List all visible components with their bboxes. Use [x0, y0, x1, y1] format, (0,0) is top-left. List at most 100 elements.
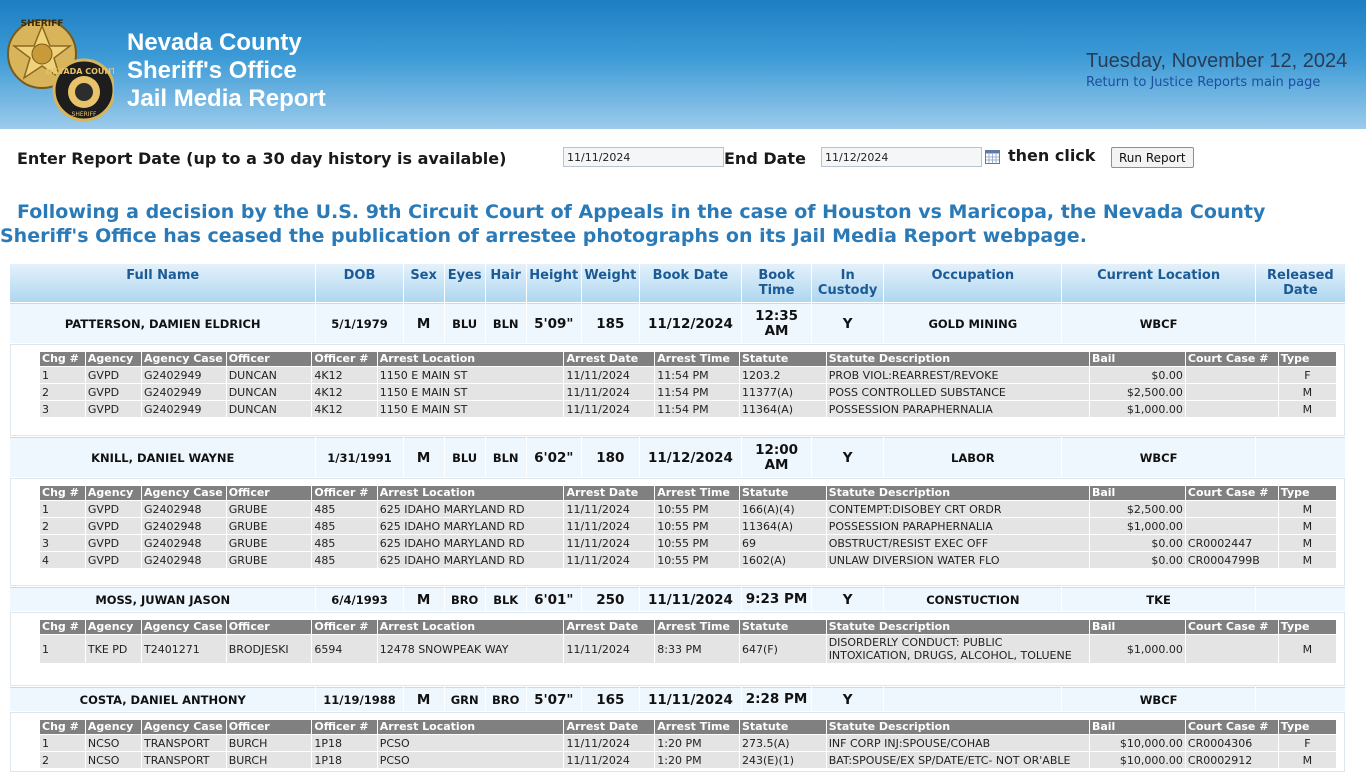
charge-officer-num: 1P18: [312, 735, 377, 751]
charge-col-court-case: Court Case #: [1185, 720, 1278, 734]
charge-col-chg: Chg #: [40, 486, 85, 500]
charge-col-statute: Statute: [739, 720, 826, 734]
run-report-button[interactable]: Run Report: [1111, 147, 1194, 168]
charge-date: 11/11/2024: [564, 535, 655, 551]
inmate-sex: M: [403, 437, 444, 477]
charge-date: 11/11/2024: [564, 401, 655, 417]
inmate-book-date: 11/11/2024: [639, 587, 742, 611]
charge-statute: 243(E)(1): [739, 752, 826, 768]
report-title: Jail Media Report: [127, 85, 326, 112]
start-date-input[interactable]: [563, 147, 724, 167]
date-selection-row: Enter Report Date (up to a 30 day histor…: [0, 146, 1366, 170]
charge-time: 10:55 PM: [655, 535, 739, 551]
charge-col-bail: Bail: [1089, 486, 1185, 500]
jail-report-table: Full Name DOB Sex Eyes Hair Height Weigh…: [9, 263, 1346, 773]
inmate-book-time: 12:00 AM: [742, 437, 812, 477]
charge-desc: PROB VIOL:REARREST/REVOKE: [826, 367, 1089, 383]
charge-officer-num: 485: [312, 501, 377, 517]
charge-col-type: Type: [1278, 720, 1336, 734]
inmate-sex: M: [403, 587, 444, 611]
charges-table: Chg # Agency Agency Case Officer Officer # Ar…: [39, 719, 1337, 769]
charge-time: 1:20 PM: [655, 735, 739, 751]
charge-time: 10:55 PM: [655, 518, 739, 534]
calendar-icon[interactable]: [985, 150, 1000, 164]
col-height: Height: [526, 264, 581, 302]
charge-officer: DUNCAN: [226, 384, 312, 400]
charge-col-desc: Statute Description: [826, 720, 1089, 734]
charge-col-officer: Officer: [226, 486, 312, 500]
charge-agency: GVPD: [85, 401, 142, 417]
charge-officer: DUNCAN: [226, 401, 312, 417]
charge-bail: $1,000.00: [1089, 401, 1185, 417]
inmate-current-location: TKE: [1062, 587, 1255, 611]
charge-col-desc: Statute Description: [826, 352, 1089, 366]
col-book-time: Book Time: [742, 264, 812, 302]
charge-col-location: Arrest Location: [377, 620, 564, 634]
charge-row: 2 NCSO TRANSPORT BURCH 1P18 PCSO 11/11/2024 1:2…: [40, 752, 1336, 768]
col-full-name: Full Name: [10, 264, 316, 302]
charges-table: Chg # Agency Agency Case Officer Officer # Ar…: [39, 485, 1337, 569]
charge-agency-case: G2402948: [142, 501, 226, 517]
charge-agency-case: TRANSPORT: [142, 752, 226, 768]
charge-officer: GRUBE: [226, 518, 312, 534]
inmate-book-time: 9:23 PM: [742, 587, 812, 611]
charge-col-date: Arrest Date: [564, 486, 655, 500]
charge-col-location: Arrest Location: [377, 720, 564, 734]
charge-col-chg: Chg #: [40, 352, 85, 366]
col-weight: Weight: [581, 264, 639, 302]
return-main-link[interactable]: Return to Justice Reports main page: [1086, 75, 1347, 90]
charge-desc: CONTEMPT:DISOBEY CRT ORDR: [826, 501, 1089, 517]
charge-row: 3 GVPD G2402949 DUNCAN 4K12 1150 E MAIN ST 11/…: [40, 401, 1336, 417]
charge-col-agency: Agency: [85, 486, 142, 500]
inmate-full-name: COSTA, DANIEL ANTHONY: [10, 687, 316, 711]
charge-location: 1150 E MAIN ST: [377, 401, 564, 417]
inmate-row: PATTERSON, DAMIEN ELDRICH 5/1/1979 M BLU BLN…: [10, 303, 1345, 343]
charge-location: PCSO: [377, 752, 564, 768]
charge-col-date: Arrest Date: [564, 352, 655, 366]
sheriff-badge-logo: SHERIFF NEVADA COUNTY SHERIFF: [7, 19, 114, 122]
svg-text:SHERIFF: SHERIFF: [21, 19, 64, 29]
col-sex: Sex: [403, 264, 444, 302]
col-released-date: Released Date: [1255, 264, 1345, 302]
charges-header-row: Chg # Agency Agency Case Officer Officer # Ar…: [40, 486, 1336, 500]
charge-agency-case: G2402949: [142, 401, 226, 417]
charge-col-time: Arrest Time: [655, 352, 739, 366]
charge-chg: 1: [40, 367, 85, 383]
org-name: Nevada County: [127, 29, 302, 56]
charge-col-officer: Officer: [226, 720, 312, 734]
charge-agency: GVPD: [85, 367, 142, 383]
charge-time: 11:54 PM: [655, 367, 739, 383]
charge-officer: BRODJESKI: [226, 635, 312, 663]
inmate-full-name: MOSS, JUWAN JASON: [10, 587, 316, 611]
inmate-in-custody: Y: [812, 587, 884, 611]
charge-bail: $2,500.00: [1089, 501, 1185, 517]
charge-type: F: [1278, 367, 1336, 383]
charge-court-case: [1185, 635, 1278, 663]
col-occupation: Occupation: [884, 264, 1062, 302]
charge-chg: 2: [40, 752, 85, 768]
charge-statute: 273.5(A): [739, 735, 826, 751]
charge-officer-num: 485: [312, 535, 377, 551]
charge-agency-case: G2402949: [142, 384, 226, 400]
charge-row: 1 TKE PD T2401271 BRODJESKI 6594 12478 SNOWPE…: [40, 635, 1336, 663]
charge-col-statute: Statute: [739, 620, 826, 634]
then-click-label: then click: [1008, 146, 1096, 165]
table-header-row: Full Name DOB Sex Eyes Hair Height Weigh…: [10, 264, 1345, 302]
end-date-input[interactable]: [821, 147, 982, 167]
charge-desc: DISORDERLY CONDUCT: PUBLIC INTOXICATION,…: [826, 635, 1089, 663]
charge-date: 11/11/2024: [564, 752, 655, 768]
charge-col-bail: Bail: [1089, 352, 1185, 366]
charge-court-case: CR0002447: [1185, 535, 1278, 551]
charge-bail: $0.00: [1089, 535, 1185, 551]
charge-statute: 647(F): [739, 635, 826, 663]
charge-agency-case: T2401271: [142, 635, 226, 663]
inmate-row: MOSS, JUWAN JASON 6/4/1993 M BRO BLK 6'01" 250…: [10, 587, 1345, 611]
charges-table: Chg # Agency Agency Case Officer Officer # Ar…: [39, 351, 1337, 418]
end-date-label: End Date: [724, 149, 806, 168]
charge-col-type: Type: [1278, 352, 1336, 366]
charge-col-time: Arrest Time: [655, 720, 739, 734]
inmate-in-custody: Y: [812, 303, 884, 343]
start-date-label: Enter Report Date (up to a 30 day histor…: [17, 149, 507, 168]
charge-row: 3 GVPD G2402948 GRUBE 485 625 IDAHO MARYLAND …: [40, 535, 1336, 551]
charge-col-date: Arrest Date: [564, 620, 655, 634]
